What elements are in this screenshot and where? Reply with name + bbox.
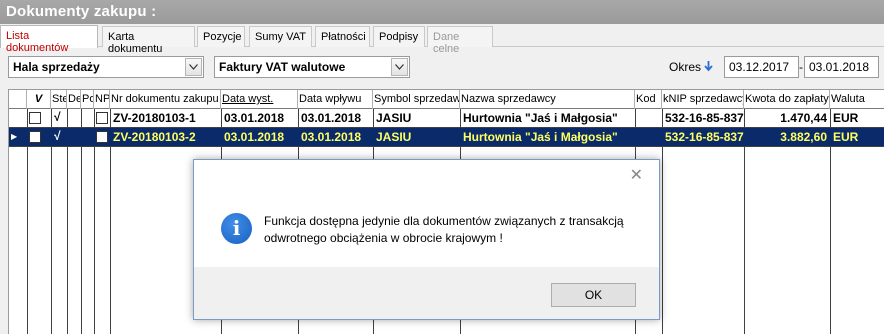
cell-nazwa: Hurtownia "Jaś i Małgosia" <box>463 111 618 125</box>
doc-type-select-value: Faktury VAT walutowe <box>219 60 346 74</box>
header-indicator <box>9 90 27 109</box>
info-icon: i <box>221 213 252 244</box>
cell-data-wplywu: 03.01.2018 <box>301 111 362 125</box>
header-de[interactable]: De <box>67 90 81 109</box>
header-symbol-sprzedawcy[interactable]: Symbol sprzedawcy <box>373 90 460 109</box>
date-to-input[interactable]: 03.01.2018 <box>804 56 879 78</box>
table-header: V Ste De Po NP Nr dokumentu zakupu Data … <box>9 90 884 109</box>
cell-kwota: 3.882,60 <box>780 130 827 144</box>
check-mark: √ <box>54 129 61 143</box>
cell-data-wplywu: 03.01.2018 <box>301 130 362 144</box>
okres-label: Okres <box>669 60 702 74</box>
header-data-wplywu[interactable]: Data wpływu <box>298 90 373 109</box>
cell-kwota: 1.470,44 <box>780 111 827 125</box>
row-checkbox[interactable] <box>29 131 41 143</box>
header-kod[interactable]: Kod <box>635 90 662 109</box>
header-np[interactable]: NP <box>94 90 110 109</box>
tab-sumy-vat[interactable]: Sumy VAT <box>249 26 312 47</box>
message-dialog: ✕ i Funkcja dostępna jedynie dla dokumen… <box>193 159 660 320</box>
header-po[interactable]: Po <box>81 90 94 109</box>
row-pointer-icon: ▶ <box>11 132 18 141</box>
np-checkbox[interactable] <box>96 131 108 143</box>
cell-nazwa: Hurtownia "Jaś i Małgosia" <box>463 130 618 144</box>
close-icon[interactable]: ✕ <box>630 165 643 185</box>
cell-nip: 532-16-85-837 <box>665 130 744 144</box>
cell-symbol: JASIU <box>376 111 412 125</box>
table-row[interactable]: √ ZV-20180103-1 03.01.2018 03.01.2018 JA… <box>9 109 884 128</box>
chevron-down-icon[interactable] <box>185 58 202 76</box>
date-from-input[interactable]: 03.12.2017 <box>724 56 799 78</box>
date-separator: - <box>799 60 803 74</box>
cell-waluta: EUR <box>833 130 859 144</box>
chevron-down-icon[interactable] <box>391 58 408 76</box>
table-row-selected[interactable]: ▶ √ ZV-20180103-2 03.01.2018 03.01.2018 … <box>9 128 884 147</box>
header-kwota[interactable]: Kwota do zapłaty <box>744 90 830 109</box>
tab-platnosci[interactable]: Płatności <box>315 26 370 47</box>
header-nip[interactable]: kNIP sprzedawcy <box>662 90 744 109</box>
header-ste[interactable]: Ste <box>51 90 67 109</box>
ok-button[interactable]: OK <box>551 283 636 307</box>
row-checkbox[interactable] <box>29 112 41 124</box>
header-nr-dokumentu[interactable]: Nr dokumentu zakupu <box>110 90 221 109</box>
cell-nr: ZV-20180103-1 <box>113 111 196 125</box>
arrow-down-icon[interactable] <box>704 61 713 75</box>
header-v[interactable]: V <box>27 90 51 109</box>
cell-data-wyst: 03.01.2018 <box>224 111 285 125</box>
cell-data-wyst: 03.01.2018 <box>224 130 285 144</box>
np-checkbox[interactable] <box>96 112 108 124</box>
cell-nr: ZV-20180103-2 <box>113 130 196 144</box>
window-title: Dokumenty zakupu : <box>0 0 884 24</box>
header-waluta[interactable]: Waluta <box>830 90 884 109</box>
doc-type-select[interactable]: Faktury VAT walutowe <box>214 56 410 78</box>
cell-symbol: JASIU <box>376 130 412 144</box>
tab-lista-dokumentow[interactable]: Lista dokumentów <box>0 25 98 54</box>
check-mark: √ <box>54 110 61 124</box>
cell-nip: 532-16-85-837 <box>665 111 744 125</box>
tab-dane-celne: Dane celne <box>427 26 493 55</box>
tab-podpisy[interactable]: Podpisy <box>373 26 425 47</box>
tab-bar: Lista dokumentów Karta dokumentu Pozycje… <box>0 25 884 55</box>
tab-pozycje[interactable]: Pozycje <box>197 26 245 47</box>
header-data-wyst[interactable]: Data wyst. <box>221 90 298 109</box>
tab-karta-dokumentu[interactable]: Karta dokumentu <box>102 26 195 55</box>
cell-waluta: EUR <box>833 111 859 125</box>
dialog-message: Funkcja dostępna jedynie dla dokumentów … <box>264 214 624 245</box>
location-select-value: Hala sprzedaży <box>13 60 100 74</box>
header-nazwa-sprzedawcy[interactable]: Nazwa sprzedawcy <box>460 90 635 109</box>
location-select[interactable]: Hala sprzedaży <box>8 56 204 78</box>
